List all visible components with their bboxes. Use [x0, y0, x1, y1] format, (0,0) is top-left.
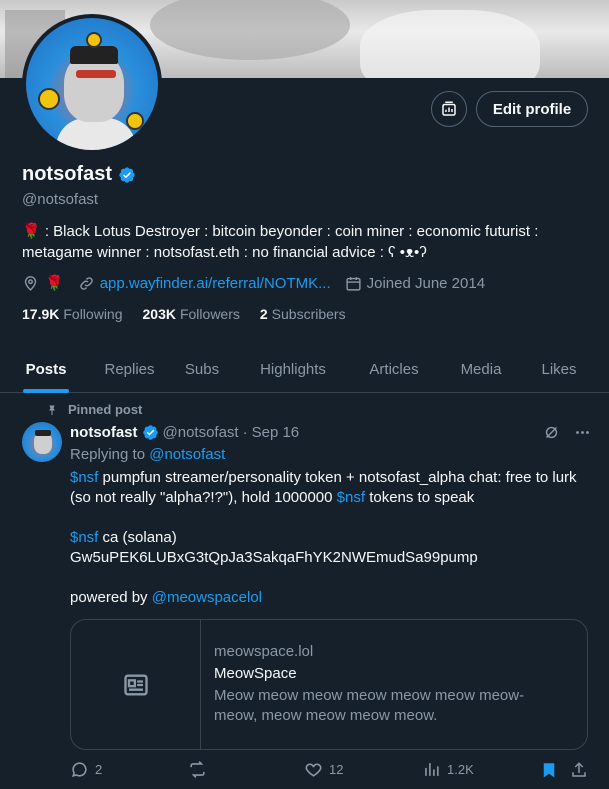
- views-button[interactable]: 1.2K: [422, 760, 474, 779]
- tab-likes[interactable]: Likes: [523, 345, 595, 393]
- post-author-avatar[interactable]: [22, 422, 62, 462]
- post-author-name[interactable]: notsofast: [70, 424, 138, 441]
- reply-icon: [71, 762, 87, 777]
- reply-button[interactable]: 2: [70, 760, 102, 779]
- post-date[interactable]: Sep 16: [252, 424, 300, 441]
- card-domain: meowspace.lol: [214, 643, 314, 660]
- verified-badge-icon[interactable]: [118, 166, 136, 184]
- verified-badge-icon[interactable]: [142, 424, 159, 441]
- profile-handle: @notsofast: [22, 191, 99, 208]
- link-card[interactable]: meowspace.lol MeowSpace Meow meow meow m…: [70, 619, 588, 750]
- profile-avatar[interactable]: [22, 14, 162, 154]
- share-button[interactable]: [570, 760, 588, 780]
- calendar-icon: [346, 276, 361, 291]
- like-button[interactable]: 12: [304, 760, 343, 779]
- tab-articles[interactable]: Articles: [349, 345, 439, 393]
- pinned-indicator: Pinned post: [46, 402, 142, 417]
- tab-replies[interactable]: Replies: [92, 345, 167, 393]
- tab-highlights[interactable]: Highlights: [237, 345, 349, 393]
- post-text: $nsf pumpfun streamer/personality token …: [70, 469, 577, 606]
- contract-address: Gw5uPEK6LUBxG3tQpJa3SakqaFhYK2NWEmudSa99…: [70, 549, 478, 566]
- analytics-button[interactable]: [431, 91, 467, 127]
- replying-to: Replying to @notsofast: [70, 446, 226, 463]
- more-options-icon[interactable]: [574, 424, 591, 441]
- profile-stats: 17.9K Following 203K Followers 2 Subscriber…: [22, 306, 346, 322]
- profile-meta: 🌹 app.wayfinder.ai/referral/NOTMK... Joi…: [22, 274, 485, 292]
- post-action-bar: 2 12 1.2K: [70, 760, 590, 784]
- followers-stat[interactable]: 203K Followers: [143, 306, 240, 322]
- profile-bio: 🌹 : Black Lotus Destroyer : bitcoin beyo…: [22, 223, 539, 261]
- post-separator: ·: [242, 424, 248, 441]
- tab-subs[interactable]: Subs: [167, 345, 237, 393]
- cashtag-link[interactable]: $nsf: [70, 529, 98, 546]
- article-icon: [123, 674, 148, 695]
- pin-icon: [49, 405, 55, 415]
- post-header: notsofast @notsofast · Sep 16: [70, 424, 299, 441]
- mention-link[interactable]: @meowspacelol: [152, 589, 262, 606]
- website-link[interactable]: app.wayfinder.ai/referral/NOTMK...: [100, 275, 331, 292]
- display-name: notsofast: [22, 163, 112, 185]
- card-thumbnail: [71, 620, 201, 749]
- banner-image-part: [360, 10, 540, 78]
- cashtag-link[interactable]: $nsf: [70, 469, 98, 486]
- profile-tabs: Posts Replies Subs Highlights Articles M…: [0, 345, 609, 393]
- bookmark-button[interactable]: [540, 760, 558, 780]
- card-description: Meow meow meow meow meow meow meow-meow,…: [214, 687, 525, 724]
- post-author-handle[interactable]: @notsofast: [163, 424, 239, 441]
- card-title: MeowSpace: [214, 665, 297, 682]
- repost-icon: [190, 761, 205, 778]
- bookmark-icon: [543, 763, 555, 778]
- following-stat[interactable]: 17.9K Following: [22, 306, 123, 322]
- avatar-image: [26, 18, 158, 150]
- tab-posts[interactable]: Posts: [0, 345, 92, 393]
- share-icon: [572, 762, 586, 777]
- location-icon: [24, 275, 37, 291]
- analytics-icon: [425, 763, 439, 776]
- joined-date: Joined June 2014: [366, 274, 486, 292]
- location-text: 🌹: [45, 275, 64, 292]
- cashtag-link[interactable]: $nsf: [337, 489, 365, 506]
- replying-to-link[interactable]: @notsofast: [149, 446, 225, 463]
- tab-media[interactable]: Media: [439, 345, 523, 393]
- banner-image-part: [150, 0, 350, 60]
- heart-icon: [305, 763, 322, 777]
- edit-profile-button[interactable]: Edit profile: [476, 91, 588, 127]
- grok-icon[interactable]: [543, 424, 560, 441]
- analytics-icon: [442, 101, 456, 116]
- repost-button[interactable]: [188, 760, 213, 779]
- link-icon: [79, 276, 93, 290]
- subscribers-stat[interactable]: 2 Subscribers: [260, 306, 346, 322]
